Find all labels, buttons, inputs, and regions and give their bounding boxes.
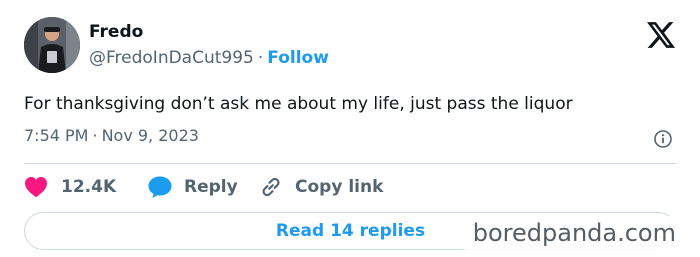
like-button[interactable]: 12.4K bbox=[24, 174, 116, 200]
heart-icon bbox=[25, 177, 47, 198]
x-logo-icon[interactable] bbox=[647, 22, 675, 48]
like-count: 12.4K bbox=[61, 177, 117, 197]
divider bbox=[24, 163, 677, 164]
handle-separator: · bbox=[257, 48, 264, 68]
reply-button[interactable]: Reply bbox=[147, 174, 238, 200]
copy-link-button[interactable]: Copy link bbox=[258, 174, 383, 200]
tweet-time: 7:54 PM bbox=[24, 126, 89, 145]
watermark: boredpanda.com bbox=[464, 216, 680, 250]
timestamp-separator: · bbox=[92, 126, 98, 145]
author-handle-row: @FredoInDaCut995 · Follow bbox=[89, 48, 329, 68]
author-handle[interactable]: @FredoInDaCut995 bbox=[89, 48, 254, 68]
read-replies-label: Read 14 replies bbox=[275, 221, 426, 241]
tweet-timestamp[interactable]: 7:54 PM · Nov 9, 2023 bbox=[24, 126, 199, 146]
avatar[interactable] bbox=[24, 17, 80, 73]
link-icon bbox=[262, 177, 280, 197]
author-name[interactable]: Fredo bbox=[89, 22, 143, 42]
tweet-text: For thanksgiving don’t ask me about my l… bbox=[24, 94, 573, 114]
reply-label: Reply bbox=[184, 177, 238, 197]
copy-link-label: Copy link bbox=[295, 177, 384, 197]
info-icon[interactable] bbox=[653, 129, 673, 149]
tweet-date: Nov 9, 2023 bbox=[101, 126, 199, 145]
reply-bubble-icon bbox=[148, 176, 172, 198]
follow-button[interactable]: Follow bbox=[267, 48, 329, 68]
